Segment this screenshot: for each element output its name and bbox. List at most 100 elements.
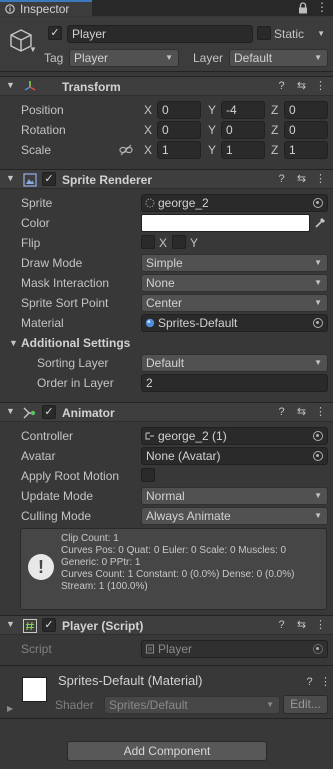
- player-script-fold-icon[interactable]: ▼: [6, 619, 15, 629]
- culling-mode-dropdown[interactable]: Always Animate ▼: [141, 507, 328, 525]
- layer-label: Layer: [193, 51, 224, 65]
- controller-object-field[interactable]: george_2 (1): [141, 427, 328, 445]
- sorting-layer-arrow: ▼: [314, 358, 322, 367]
- animator-header[interactable]: ▼ ✓ Animator ? ⇆ ⋮: [0, 402, 333, 422]
- active-checkbox[interactable]: ✓: [48, 26, 62, 40]
- layer-dropdown[interactable]: Default ▼: [229, 49, 328, 67]
- sprite-sort-point-dropdown[interactable]: Center ▼: [141, 294, 328, 312]
- icon-dropdown-arrow[interactable]: ▼: [29, 45, 37, 54]
- rotation-x-label: X: [144, 123, 153, 137]
- shader-dropdown[interactable]: Sprites/Default ▼: [104, 696, 280, 714]
- sorting-layer-dropdown[interactable]: Default ▼: [141, 354, 328, 372]
- sprite-renderer-help-icon[interactable]: ?: [275, 173, 288, 186]
- script-label: Script: [21, 642, 52, 656]
- scale-y-input[interactable]: 1: [221, 141, 265, 159]
- sprite-renderer-header[interactable]: ▼ ✓ Sprite Renderer ? ⇆ ⋮: [0, 169, 333, 189]
- sprite-renderer-presets-icon[interactable]: ⇆: [295, 173, 308, 186]
- tab-inspector[interactable]: Inspector: [0, 0, 92, 16]
- flip-y-checkbox[interactable]: [172, 235, 186, 249]
- eyedropper-icon[interactable]: [314, 216, 327, 229]
- player-script-enabled-checkbox[interactable]: ✓: [42, 618, 56, 632]
- flip-x-label: X: [159, 236, 168, 250]
- player-script-help-icon[interactable]: ?: [275, 619, 288, 632]
- animator-presets-icon[interactable]: ⇆: [295, 406, 308, 419]
- lock-icon[interactable]: [297, 2, 309, 14]
- shader-label: Shader: [55, 698, 94, 712]
- info-line-5: Stream: 1 (100.0%): [61, 581, 148, 592]
- sprite-renderer-enabled-checkbox[interactable]: ✓: [42, 172, 56, 186]
- additional-settings-fold-icon[interactable]: ▼: [9, 338, 18, 348]
- material-menu-icon[interactable]: ⋮: [319, 676, 332, 689]
- material-help-icon[interactable]: ?: [303, 676, 316, 689]
- scale-link-icon[interactable]: [119, 144, 133, 156]
- flip-x-checkbox[interactable]: [141, 235, 155, 249]
- position-x-input[interactable]: 0: [157, 101, 201, 119]
- material-value: Sprites-Default: [158, 316, 238, 330]
- animator-title: Animator: [62, 406, 115, 420]
- culling-mode-value: Always Animate: [146, 509, 231, 523]
- apply-root-motion-checkbox[interactable]: [141, 468, 155, 482]
- draw-mode-dropdown[interactable]: Simple ▼: [141, 254, 328, 272]
- material-label: Material: [21, 316, 64, 330]
- static-checkbox[interactable]: [257, 26, 271, 40]
- animator-controller-asset-icon: [145, 432, 154, 440]
- tag-dropdown[interactable]: Player ▼: [69, 49, 179, 67]
- draw-mode-value: Simple: [146, 256, 183, 270]
- add-component-button[interactable]: Add Component: [67, 741, 267, 761]
- transform-presets-icon[interactable]: ⇆: [295, 80, 308, 93]
- position-z-label: Z: [271, 103, 279, 117]
- tab-menu-icon[interactable]: ⋮: [316, 1, 328, 14]
- rotation-y-input[interactable]: 0: [221, 121, 265, 139]
- info-line-2: Curves Pos: 0 Quat: 0 Euler: 0 Scale: 0 …: [61, 545, 287, 556]
- object-name-input[interactable]: Player: [67, 25, 253, 43]
- draw-mode-label: Draw Mode: [21, 256, 83, 270]
- info-exclamation-icon: !: [28, 554, 54, 580]
- transform-menu-icon[interactable]: ⋮: [314, 80, 327, 93]
- animator-info-box: ! Clip Count: 1 Curves Pos: 0 Quat: 0 Eu…: [20, 528, 327, 610]
- player-script-presets-icon[interactable]: ⇆: [295, 619, 308, 632]
- transform-fold-icon[interactable]: ▼: [6, 80, 15, 90]
- sprite-renderer-menu-icon[interactable]: ⋮: [314, 173, 327, 186]
- sprite-picker-icon[interactable]: [313, 198, 323, 208]
- sprite-object-field[interactable]: george_2: [141, 194, 328, 212]
- position-z-input[interactable]: 0: [284, 101, 328, 119]
- shader-edit-button[interactable]: Edit...: [283, 695, 328, 714]
- update-mode-arrow: ▼: [314, 491, 322, 500]
- avatar-object-field[interactable]: None (Avatar): [141, 447, 328, 465]
- material-fold-icon[interactable]: ▶: [7, 704, 13, 713]
- rotation-x-input[interactable]: 0: [157, 121, 201, 139]
- scale-x-input[interactable]: 1: [157, 141, 201, 159]
- sprite-sort-point-label: Sprite Sort Point: [21, 296, 109, 310]
- animator-help-icon[interactable]: ?: [275, 406, 288, 419]
- color-swatch[interactable]: [141, 214, 310, 232]
- static-label: Static: [274, 27, 305, 41]
- material-title: Sprites-Default (Material): [58, 673, 203, 688]
- transform-help-icon[interactable]: ?: [275, 80, 288, 93]
- additional-settings-label[interactable]: Additional Settings: [21, 335, 130, 351]
- player-script-header[interactable]: ▼ ✓ Player (Script) ? ⇆ ⋮: [0, 615, 333, 635]
- avatar-picker-icon[interactable]: [313, 451, 323, 461]
- animator-enabled-checkbox[interactable]: ✓: [42, 405, 56, 419]
- order-in-layer-input[interactable]: 2: [141, 374, 328, 392]
- scale-z-input[interactable]: 1: [284, 141, 328, 159]
- animator-fold-icon[interactable]: ▼: [6, 406, 15, 416]
- controller-value: george_2 (1): [158, 429, 227, 443]
- position-y-label: Y: [208, 103, 217, 117]
- material-object-field[interactable]: Sprites-Default: [141, 314, 328, 332]
- position-y-input[interactable]: -4: [221, 101, 265, 119]
- transform-header[interactable]: ▼ Transform ? ⇆ ⋮: [0, 76, 333, 96]
- static-dropdown[interactable]: ▼: [312, 26, 328, 44]
- animator-icon: [23, 407, 36, 419]
- player-script-menu-icon[interactable]: ⋮: [314, 619, 327, 632]
- update-mode-dropdown[interactable]: Normal ▼: [141, 487, 328, 505]
- transform-title: Transform: [62, 80, 121, 94]
- rotation-z-input[interactable]: 0: [284, 121, 328, 139]
- gameobject-header: ▼ ✓ Player Static ▼ Tag Player ▼ Layer De…: [0, 17, 333, 72]
- sprite-label: Sprite: [21, 196, 53, 210]
- animator-menu-icon[interactable]: ⋮: [314, 406, 327, 419]
- material-picker-icon[interactable]: [313, 318, 323, 328]
- sprite-renderer-fold-icon[interactable]: ▼: [6, 173, 15, 183]
- controller-picker-icon[interactable]: [313, 431, 323, 441]
- mask-interaction-dropdown[interactable]: None ▼: [141, 274, 328, 292]
- static-dropdown-arrow: ▼: [317, 29, 325, 38]
